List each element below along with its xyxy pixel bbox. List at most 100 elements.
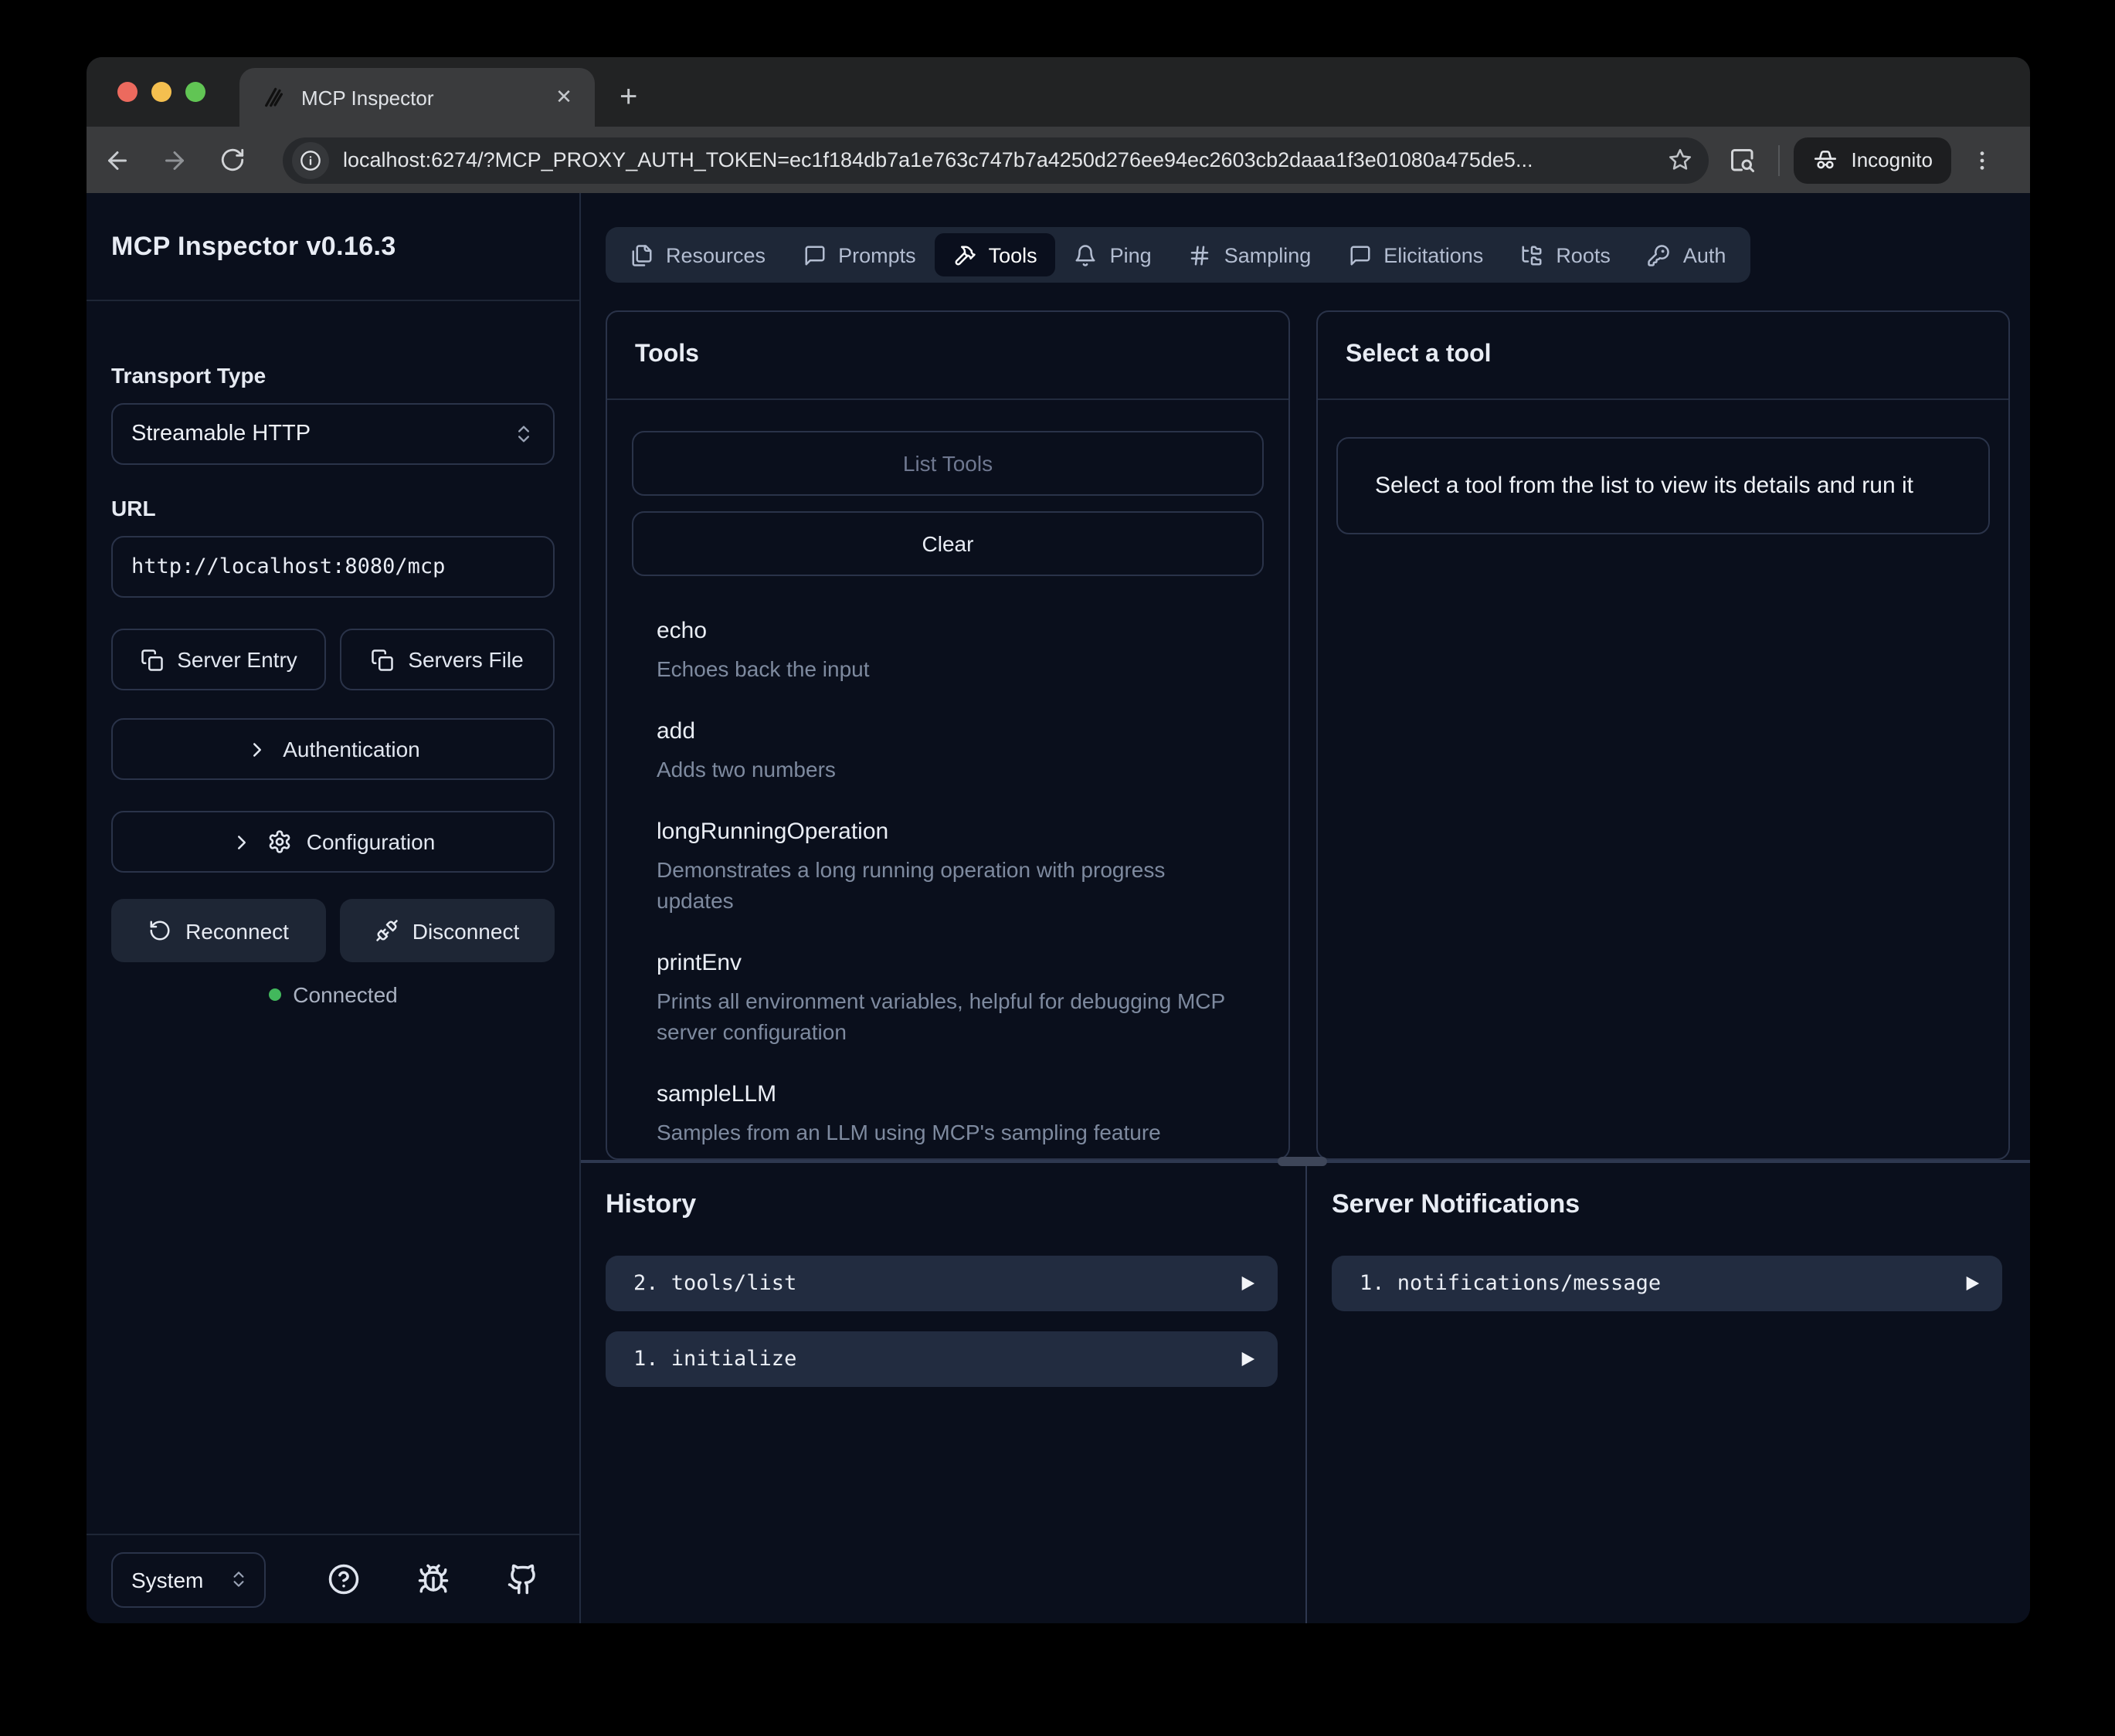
tools-panel-header: Tools	[607, 312, 1288, 400]
tool-list-item[interactable]: printEnv Prints all environment variable…	[632, 933, 1264, 1064]
url-label: URL	[111, 496, 555, 520]
horizontal-splitter[interactable]	[581, 1160, 2030, 1163]
authentication-label: Authentication	[283, 737, 419, 761]
chevron-right-icon	[246, 737, 269, 761]
close-window-button[interactable]	[117, 82, 137, 102]
select-tool-panel-title: Select a tool	[1346, 341, 1492, 369]
chevrons-up-down-icon	[513, 423, 535, 445]
incognito-icon	[1812, 147, 1838, 173]
incognito-label: Incognito	[1851, 148, 1933, 171]
select-tool-panel: Select a tool Select a tool from the lis…	[1316, 310, 2010, 1160]
tab-label: Auth	[1683, 243, 1726, 266]
message-square-icon	[1348, 243, 1371, 266]
tab-label: Sampling	[1224, 243, 1312, 266]
disconnect-button[interactable]: Disconnect	[340, 899, 555, 962]
app-title: MCP Inspector v0.16.3	[111, 231, 396, 262]
history-item[interactable]: 2. tools/list	[606, 1256, 1278, 1311]
tab-prompts[interactable]: Prompts	[784, 233, 935, 276]
server-entry-button[interactable]: Server Entry	[111, 629, 326, 690]
screen: MCP Inspector ✕ + localhost:6274/?MCP_PR…	[0, 0, 2115, 1736]
tab-label: Resources	[666, 243, 766, 266]
chevrons-up-down-icon	[229, 1569, 249, 1589]
tab-auth[interactable]: Auth	[1629, 233, 1745, 276]
tool-description: Echoes back the input	[657, 653, 1239, 684]
browser-menu-icon[interactable]	[1961, 138, 2004, 181]
status-dot-icon	[268, 988, 280, 1001]
clear-tools-button[interactable]: Clear	[632, 511, 1264, 576]
authentication-expander[interactable]: Authentication	[111, 718, 555, 780]
reload-icon[interactable]	[210, 138, 253, 181]
maximize-window-button[interactable]	[185, 82, 205, 102]
servers-file-button[interactable]: Servers File	[340, 629, 555, 690]
tool-name: printEnv	[657, 950, 1239, 976]
sidebar-header: MCP Inspector v0.16.3	[87, 193, 579, 301]
tool-list-item[interactable]: add Adds two numbers	[632, 701, 1264, 802]
gear-icon	[268, 829, 293, 854]
connection-status: Connected	[111, 982, 555, 1007]
tool-name: add	[657, 718, 1239, 744]
close-tab-icon[interactable]: ✕	[548, 82, 579, 113]
tab-label: Ping	[1110, 243, 1152, 266]
browser-window: MCP Inspector ✕ + localhost:6274/?MCP_PR…	[87, 57, 2030, 1623]
tool-list-item[interactable]: echo Echoes back the input	[632, 601, 1264, 701]
server-notifications-pane: Server Notifications 1. notifications/me…	[1305, 1163, 2030, 1623]
bug-icon[interactable]	[417, 1563, 450, 1595]
tab-ping[interactable]: Ping	[1056, 233, 1170, 276]
tab-elicitations[interactable]: Elicitations	[1329, 233, 1502, 276]
forward-icon[interactable]	[153, 138, 196, 181]
tab-tools[interactable]: Tools	[935, 233, 1056, 276]
list-tools-button[interactable]: List Tools	[632, 431, 1264, 496]
select-tool-empty-message: Select a tool from the list to view its …	[1336, 437, 1990, 534]
transport-type-label: Transport Type	[111, 363, 555, 388]
tab-roots[interactable]: Roots	[1502, 233, 1629, 276]
select-tool-panel-header: Select a tool	[1318, 312, 2008, 400]
rotate-ccw-icon	[148, 919, 171, 942]
tools-panel: Tools List Tools Clear echo Echoes back …	[606, 310, 1290, 1160]
notification-item[interactable]: 1. notifications/message	[1332, 1256, 2002, 1311]
key-icon	[1648, 243, 1671, 266]
url-text: localhost:6274/?MCP_PROXY_AUTH_TOKEN=ec1…	[343, 148, 1667, 171]
search-tabs-icon[interactable]	[1721, 138, 1764, 181]
tool-list-item[interactable]: sampleLLM Samples from an LLM using MCP'…	[632, 1064, 1264, 1158]
expand-play-icon	[1239, 1350, 1256, 1368]
splitter-grip[interactable]	[1278, 1157, 1327, 1166]
server-url-input[interactable]	[111, 536, 555, 598]
tools-panel-body: List Tools Clear echo Echoes back the in…	[607, 400, 1288, 1158]
bottom-section: History 2. tools/list 1. initialize	[581, 1163, 2030, 1623]
history-title: History	[606, 1189, 1278, 1220]
configuration-expander[interactable]: Configuration	[111, 811, 555, 873]
history-item-label: 2. tools/list	[633, 1271, 796, 1296]
tool-description: Prints all environment variables, helpfu…	[657, 985, 1239, 1047]
expand-play-icon	[1239, 1274, 1256, 1293]
incognito-badge: Incognito	[1794, 137, 1951, 183]
disconnect-label: Disconnect	[412, 918, 520, 943]
mcp-inspector-app: MCP Inspector v0.16.3 Transport Type Str…	[87, 193, 2030, 1623]
tool-list-item[interactable]: longRunningOperation Demonstrates a long…	[632, 802, 1264, 933]
history-item[interactable]: 1. initialize	[606, 1331, 1278, 1387]
help-icon[interactable]	[328, 1563, 360, 1595]
new-tab-button[interactable]: +	[620, 68, 637, 127]
github-icon[interactable]	[507, 1563, 539, 1595]
minimize-window-button[interactable]	[151, 82, 171, 102]
tab-resources[interactable]: Resources	[612, 233, 784, 276]
bookmark-star-icon[interactable]	[1667, 147, 1693, 173]
reconnect-button[interactable]: Reconnect	[111, 899, 326, 962]
reconnect-label: Reconnect	[185, 918, 289, 943]
transport-type-select[interactable]: Streamable HTTP	[111, 403, 555, 465]
chevron-right-icon	[231, 830, 254, 853]
tool-name: echo	[657, 618, 1239, 644]
tab-sampling[interactable]: Sampling	[1170, 233, 1330, 276]
configuration-label: Configuration	[307, 829, 436, 854]
address-bar[interactable]: localhost:6274/?MCP_PROXY_AUTH_TOKEN=ec1…	[283, 137, 1709, 183]
theme-select[interactable]: System	[111, 1551, 266, 1607]
back-icon[interactable]	[96, 138, 139, 181]
site-info-icon[interactable]	[292, 141, 329, 178]
transport-type-value: Streamable HTTP	[131, 422, 311, 446]
tool-name: sampleLLM	[657, 1081, 1239, 1107]
history-item-label: 1. initialize	[633, 1347, 796, 1372]
servers-file-label: Servers File	[408, 647, 523, 672]
tab-label: Roots	[1556, 243, 1611, 266]
browser-tab[interactable]: MCP Inspector ✕	[239, 68, 595, 127]
history-pane: History 2. tools/list 1. initialize	[581, 1163, 1305, 1623]
files-icon	[630, 243, 654, 266]
